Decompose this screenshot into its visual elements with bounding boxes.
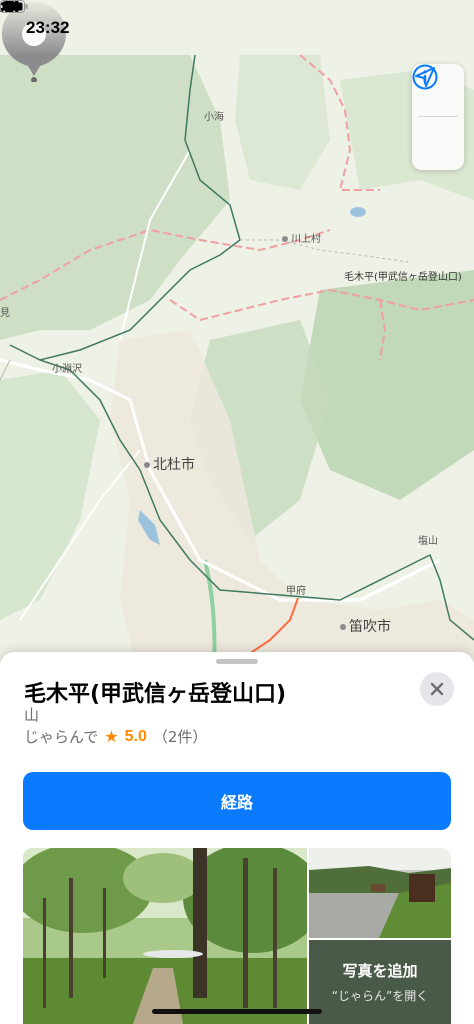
place-category: 山 — [24, 706, 40, 724]
map-label-kobuchisawa: 小淵沢 — [52, 364, 82, 375]
map-label-mi: 見 — [0, 308, 10, 319]
map-label-kawakami: 川上村 — [282, 230, 321, 245]
place-dot — [282, 236, 288, 242]
status-bar: 23:32 — [0, 0, 474, 56]
forest-trail-photo[interactable] — [23, 848, 307, 1024]
place-dot — [144, 462, 150, 468]
open-jalan-label: “じゃらん”を開く — [331, 989, 429, 1003]
navigation-arrow-icon — [415, 67, 435, 87]
map-view[interactable]: 小海 川上村 小淵沢 北杜市 塩山 甲府 笛吹市 見 毛木平(甲武信ヶ岳登山口)… — [0, 0, 474, 680]
add-photo-label: 写真を追加 — [342, 962, 418, 980]
photo-gallery[interactable]: 写真を追加 “じゃらん”を開く — [23, 848, 451, 1024]
star-icon: ★ — [104, 727, 119, 746]
place-title: 毛木平(甲武信ヶ岳登山口) — [24, 682, 287, 707]
home-indicator[interactable] — [152, 1009, 322, 1014]
rating-line[interactable]: じゃらんで ★ 5.0 （2件） — [24, 726, 207, 747]
route-button[interactable]: 経路 — [23, 772, 451, 830]
map-canvas — [0, 54, 474, 680]
battery-icon — [0, 0, 28, 13]
map-label-kofu: 甲府 — [286, 586, 306, 597]
map-label-kawakami-text: 川上村 — [291, 234, 321, 245]
pin-label: 毛木平(甲武信ヶ岳登山口) — [344, 272, 462, 283]
route-button-label: 経路 — [220, 793, 253, 812]
map-label-komi: 小海 — [204, 112, 224, 123]
map-label-shioyama: 塩山 — [418, 536, 438, 547]
status-time-text: 23:32 — [26, 18, 70, 37]
map-controls — [412, 64, 464, 170]
place-dot — [340, 624, 346, 630]
close-button[interactable] — [420, 672, 454, 706]
add-photo-button[interactable]: 写真を追加 “じゃらん”を開く — [309, 940, 451, 1024]
rating-source: じゃらんで — [24, 728, 99, 746]
close-icon — [430, 682, 444, 696]
map-label-fuefuki-text: 笛吹市 — [349, 619, 391, 635]
map-label-hokuto: 北杜市 — [144, 454, 195, 474]
map-label-fuefuki: 笛吹市 — [340, 616, 391, 636]
map-label-hokuto-text: 北杜市 — [153, 457, 195, 473]
place-card-sheet[interactable]: 毛木平(甲武信ヶ岳登山口) 山 じゃらんで ★ 5.0 （2件） 経路 写真を追… — [0, 652, 474, 1024]
rating-value: 5.0 — [124, 727, 147, 745]
rating-count: （2件） — [152, 728, 208, 746]
status-time: 23:32 — [1, 1, 70, 38]
parking-lot-photo[interactable] — [309, 848, 451, 938]
sheet-grabber[interactable] — [216, 659, 258, 664]
current-location-button[interactable] — [412, 67, 464, 169]
